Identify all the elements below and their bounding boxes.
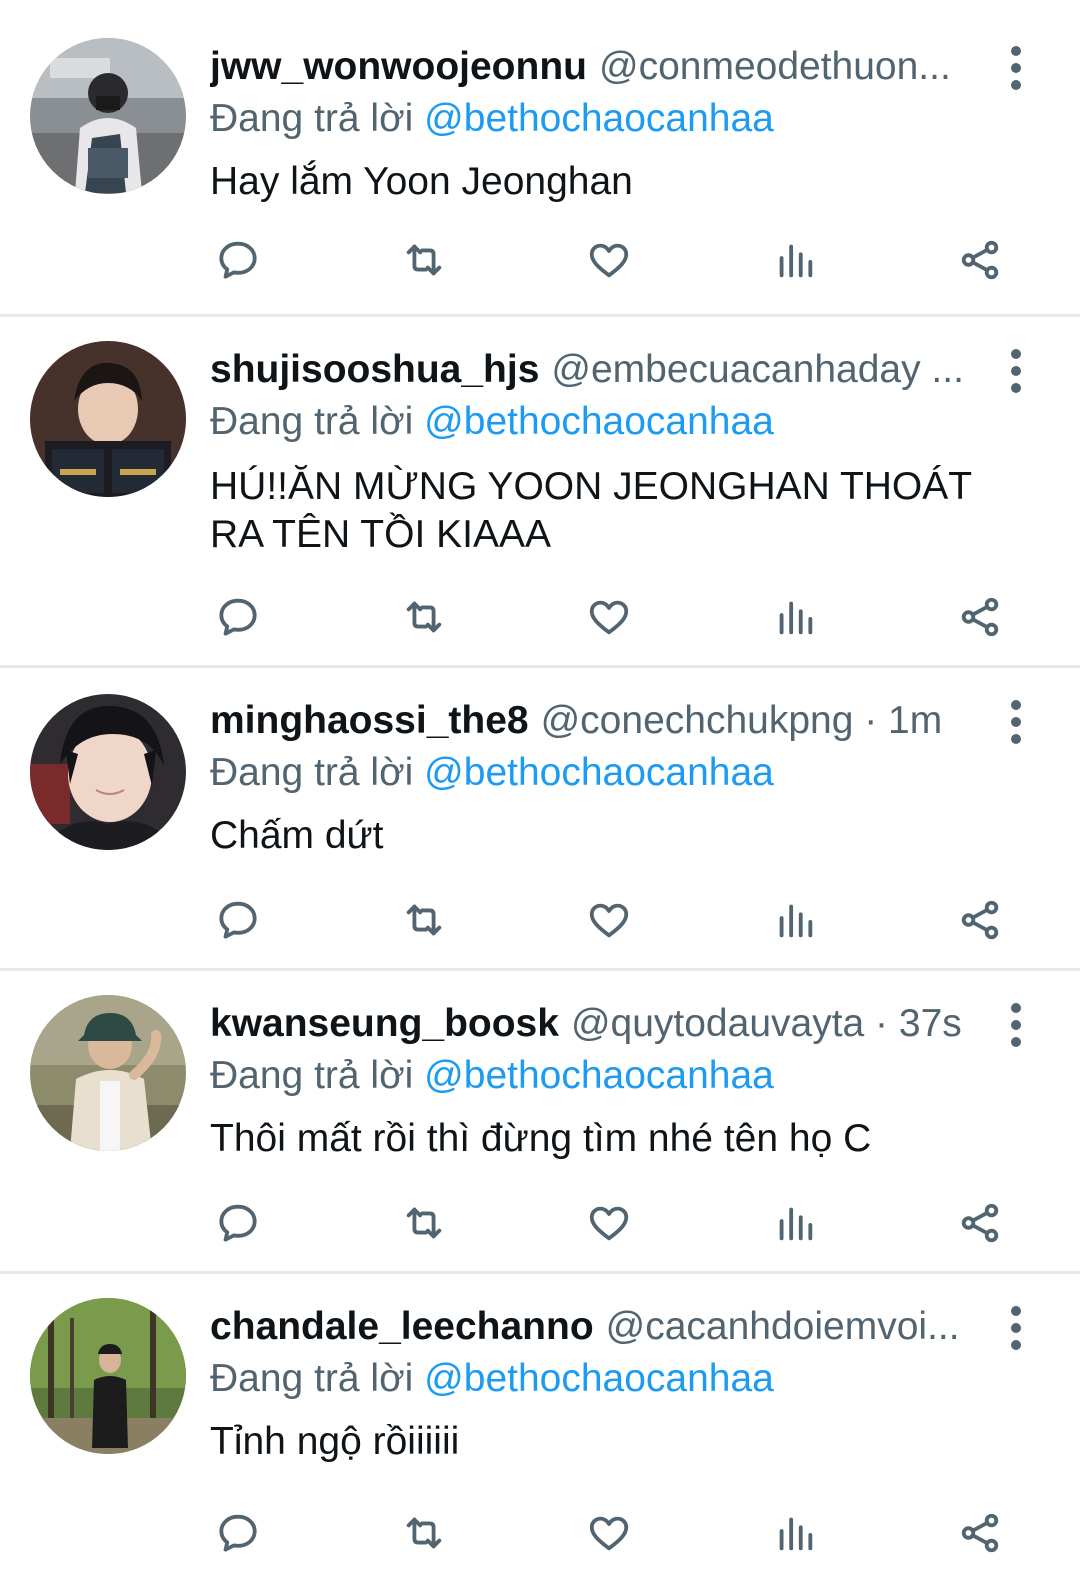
more-options-icon[interactable] [996,1003,1036,1047]
tweet-text: Hay lắm Yoon Jeonghan [210,160,633,203]
tweet[interactable]: chandale_leechanno @cacanhdoiemvoi... Đa… [0,1274,1080,1569]
views-icon[interactable] [767,589,823,645]
reply-icon[interactable] [210,232,266,288]
views-icon[interactable] [767,1195,823,1251]
views-icon[interactable] [767,232,823,288]
reply-feed: jww_wonwoojeonnu @conmeodethuon... Đang … [0,0,1080,1569]
tweet-content: chandale_leechanno @cacanhdoiemvoi... Đa… [210,1300,980,1466]
retweet-icon[interactable] [396,1505,452,1561]
reply-target-link[interactable]: @bethochaocanhaa [424,751,774,794]
reply-context: Đang trả lời @bethochaocanhaa [210,1051,980,1101]
avatar[interactable] [30,694,186,850]
like-icon[interactable] [581,1505,637,1561]
tweet-header: chandale_leechanno @cacanhdoiemvoi... [210,1300,980,1354]
display-name[interactable]: minghaossi_the8 [210,694,529,748]
tweet-content: shujisooshua_hjs @embecuacanhaday ... Đa… [210,343,980,559]
tweet-text: Chấm dứt [210,814,384,857]
like-icon[interactable] [581,232,637,288]
reply-target-link[interactable]: @bethochaocanhaa [424,400,774,443]
tweet[interactable]: jww_wonwoojeonnu @conmeodethuon... Đang … [0,0,1080,317]
reply-icon[interactable] [210,1195,266,1251]
reply-context: Đang trả lời @bethochaocanhaa [210,748,980,798]
share-icon[interactable] [952,232,1008,288]
reply-icon[interactable] [210,589,266,645]
share-icon[interactable] [952,892,1008,948]
reply-prefix: Đang trả lời [210,1054,414,1097]
reply-prefix: Đang trả lời [210,97,414,140]
tweet-header: minghaossi_the8 @conechchukpng · 1m [210,694,980,748]
tweet-actions [210,589,1008,645]
display-name[interactable]: jww_wonwoojeonnu [210,40,587,94]
user-handle[interactable]: @conechchukpng · 1m [541,694,943,748]
reply-context: Đang trả lời @bethochaocanhaa [210,94,980,144]
like-icon[interactable] [581,1195,637,1251]
user-handle[interactable]: @embecuacanhaday ... [551,343,964,397]
reply-icon[interactable] [210,892,266,948]
views-icon[interactable] [767,892,823,948]
reply-icon[interactable] [210,1505,266,1561]
share-icon[interactable] [952,1505,1008,1561]
tweet-header: jww_wonwoojeonnu @conmeodethuon... [210,40,980,94]
more-options-icon[interactable] [996,700,1036,744]
share-icon[interactable] [952,1195,1008,1251]
tweet-header: shujisooshua_hjs @embecuacanhaday ... [210,343,980,397]
tweet[interactable]: shujisooshua_hjs @embecuacanhaday ... Đa… [0,317,1080,668]
avatar[interactable] [30,1298,186,1454]
tweet-text: HÚ!!ĂN MỪNG YOON JEONGHAN THOÁT RA TÊN T… [210,465,972,556]
avatar[interactable] [30,341,186,497]
tweet-text: Tỉnh ngộ rồiiiiii [210,1420,460,1463]
reply-target-link[interactable]: @bethochaocanhaa [424,97,774,140]
tweet-actions [210,1195,1008,1251]
tweet-header: kwanseung_boosk @quytodauvayta · 37s [210,997,980,1051]
display-name[interactable]: shujisooshua_hjs [210,343,539,397]
retweet-icon[interactable] [396,1195,452,1251]
tweet-actions [210,232,1008,288]
retweet-icon[interactable] [396,589,452,645]
reply-target-link[interactable]: @bethochaocanhaa [424,1357,774,1400]
retweet-icon[interactable] [396,892,452,948]
retweet-icon[interactable] [396,232,452,288]
tweet-content: jww_wonwoojeonnu @conmeodethuon... Đang … [210,40,980,206]
user-handle[interactable]: @conmeodethuon... [599,40,951,94]
reply-context: Đang trả lời @bethochaocanhaa [210,1354,980,1404]
tweet-content: kwanseung_boosk @quytodauvayta · 37s Đan… [210,997,980,1163]
tweet-actions [210,1505,1008,1561]
tweet-content: minghaossi_the8 @conechchukpng · 1m Đang… [210,694,980,860]
avatar[interactable] [30,995,186,1151]
user-handle[interactable]: @quytodauvayta · 37s [571,997,962,1051]
tweet-actions [210,892,1008,948]
tweet[interactable]: kwanseung_boosk @quytodauvayta · 37s Đan… [0,971,1080,1274]
more-options-icon[interactable] [996,1306,1036,1350]
avatar[interactable] [30,38,186,194]
more-options-icon[interactable] [996,349,1036,393]
tweet[interactable]: minghaossi_the8 @conechchukpng · 1m Đang… [0,668,1080,971]
reply-target-link[interactable]: @bethochaocanhaa [424,1054,774,1097]
like-icon[interactable] [581,892,637,948]
display-name[interactable]: kwanseung_boosk [210,997,559,1051]
reply-prefix: Đang trả lời [210,1357,414,1400]
user-handle[interactable]: @cacanhdoiemvoi... [606,1300,960,1354]
tweet-text: Thôi mất rồi thì đừng tìm nhé tên họ C [210,1117,872,1160]
reply-prefix: Đang trả lời [210,751,414,794]
display-name[interactable]: chandale_leechanno [210,1300,594,1354]
more-options-icon[interactable] [996,46,1036,90]
like-icon[interactable] [581,589,637,645]
reply-prefix: Đang trả lời [210,400,414,443]
views-icon[interactable] [767,1505,823,1561]
reply-context: Đang trả lời @bethochaocanhaa [210,397,980,447]
share-icon[interactable] [952,589,1008,645]
